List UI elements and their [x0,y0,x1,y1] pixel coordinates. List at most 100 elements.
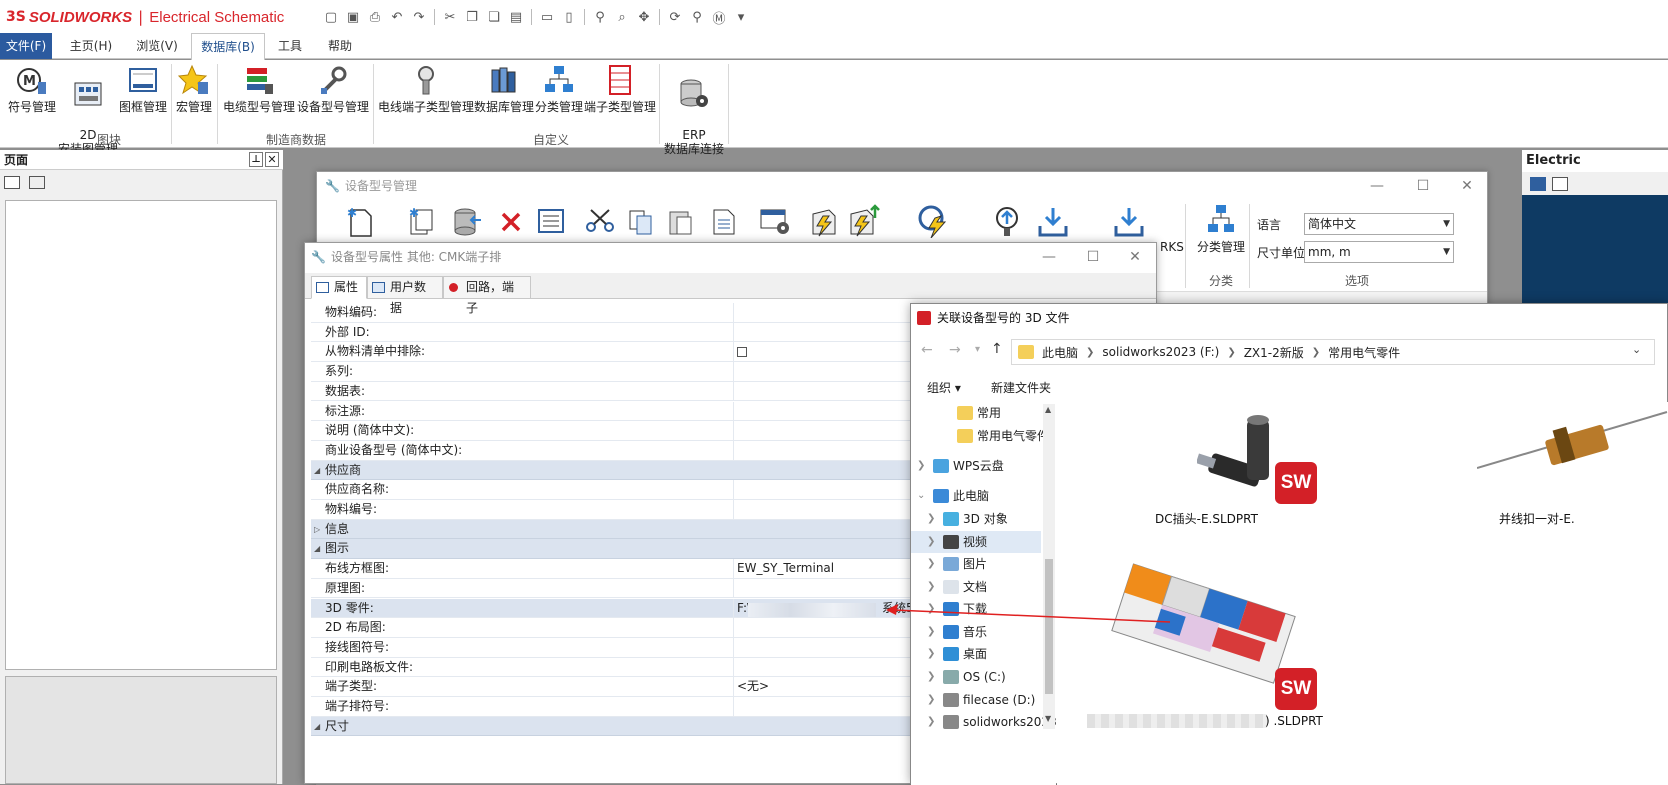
download-icon[interactable] [1037,206,1069,238]
exclude-bom-checkbox[interactable] [737,347,747,358]
file-name[interactable]: DC插头-E.SLDPRT [1155,510,1258,527]
settings-grid-icon[interactable] [759,206,791,236]
download-lightning-icon[interactable] [917,204,951,238]
pages-icon[interactable]: ▯ [560,8,578,26]
close-icon[interactable]: ✕ [265,152,279,167]
up-icon[interactable]: ↑ [991,341,1003,357]
import-lightning-icon[interactable] [847,204,881,238]
nav-documents[interactable]: ❯ 文档 [911,576,1041,598]
copy-icon[interactable] [627,208,655,236]
language-select[interactable]: 简体中文 ▼ [1304,213,1454,235]
scroll-up-icon[interactable]: ▲ [1045,405,1051,414]
nav-3d-objects[interactable]: ❯ 3D 对象 [911,508,1041,530]
zoom-window-icon[interactable]: ⌕ [613,8,631,26]
breadcrumb-this-pc[interactable]: 此电脑 [1042,344,1078,361]
chevron-right-icon[interactable]: ❯ [927,666,935,688]
expand-icon[interactable]: ◢ [314,539,320,558]
nav-wps-cloud[interactable]: ❯ WPS云盘 [911,455,1041,477]
nav-videos[interactable]: ❯ 视频 [911,531,1041,553]
unit-select[interactable]: mm, m ▼ [1304,241,1454,263]
scroll-down-icon[interactable]: ▼ [1045,714,1051,723]
minimize-icon[interactable]: — [1355,172,1399,200]
list-icon[interactable] [1552,177,1568,191]
macro-manager-button[interactable]: 宏管理 [174,64,214,114]
nav-desktop[interactable]: ❯ 桌面 [911,643,1041,665]
chevron-right-icon[interactable]: ❯ [927,576,935,598]
chevron-right-icon[interactable]: ❯ [927,508,935,530]
search-icon[interactable]: ⚲ [688,8,706,26]
expand-icon[interactable]: ◢ [314,461,320,480]
recent-chevron-icon[interactable]: ▾ [975,344,980,355]
new-folder-button[interactable]: 新建文件夹 [991,374,1051,402]
paste-icon[interactable] [667,208,695,236]
organize-button[interactable]: 组织 ▾ [927,374,961,402]
expand-icon[interactable]: ▷ [314,520,320,539]
nav-os-c[interactable]: ❯ OS (C:) [911,666,1041,688]
chevron-right-icon[interactable]: ❯ [927,643,935,665]
report-icon[interactable] [711,208,737,236]
macro-icon[interactable]: Ⓜ [710,8,728,27]
chevron-right-icon[interactable]: ❯ [927,553,935,575]
new-icon[interactable]: ✱ [345,206,375,238]
menu-database[interactable]: 数据库(B) [191,33,265,60]
zoom-icon[interactable]: ⚲ [591,8,609,26]
pan-icon[interactable]: ✥ [635,8,653,26]
database-manager-button[interactable]: 数据库管理 [474,64,534,114]
tab-circuits-terminals[interactable]: 回路，端子 [443,276,531,315]
pin-icon[interactable]: ⊥ [249,152,263,167]
maximize-icon[interactable]: ☐ [1401,172,1445,200]
menu-help[interactable]: 帮助 [320,33,360,59]
file-name[interactable]: ) .SLDPRT [1253,712,1323,729]
cut-icon[interactable] [585,208,615,234]
export-lightning-icon[interactable] [809,206,839,238]
download-solidworks-icon[interactable] [1113,206,1145,238]
class-manage-button[interactable]: 分类管理 [1193,204,1249,255]
symbol-manager-button[interactable]: M 符号管理 [6,64,58,114]
erp-database-connection-button[interactable]: ERP 数据库连接 [662,64,726,170]
properties-icon[interactable] [537,208,565,234]
close-icon[interactable]: ✕ [1113,243,1157,271]
undo-icon[interactable]: ↶ [388,8,406,26]
minimize-icon[interactable]: — [1027,243,1071,271]
redo-icon[interactable]: ↷ [410,8,428,26]
chevron-down-icon[interactable]: ▾ [732,8,750,26]
refresh-icon[interactable]: ⟳ [666,8,684,26]
breadcrumb-drive-f[interactable]: solidworks2023 (F:) [1102,345,1219,359]
menu-tools[interactable]: 工具 [270,33,310,59]
upload-content-icon[interactable] [993,206,1021,238]
chevron-down-icon[interactable]: ⌄ [1632,343,1641,356]
device-model-manager-button[interactable]: 设备型号管理 [296,64,370,114]
menu-home[interactable]: 主页(H) [62,33,120,59]
tab-user-data[interactable]: 用户数据 [367,276,443,315]
menu-browse[interactable]: 浏览(V) [128,33,186,59]
page-icon[interactable]: ▭ [538,8,556,26]
save-icon[interactable]: ▣ [344,8,362,26]
nav-pictures[interactable]: ❯ 图片 [911,553,1041,575]
nav-common-parts[interactable]: 常用电气零件 [911,425,1049,447]
file-thumbnail-splice[interactable] [1477,402,1668,502]
tab-properties[interactable]: 属性 [311,276,367,299]
maximize-icon[interactable]: ☐ [1071,243,1115,271]
nav-this-pc[interactable]: ⌄ 此电脑 [911,485,1041,507]
delete-icon[interactable] [499,210,523,234]
cable-model-manager-button[interactable]: 电缆型号管理 [222,64,296,114]
back-icon[interactable]: ← [921,342,933,358]
forward-icon[interactable]: → [949,342,961,358]
copy-icon[interactable]: ❐ [463,8,481,26]
chevron-right-icon[interactable]: ❯ [927,689,935,711]
cut-icon[interactable]: ✂ [441,8,459,26]
expand-icon[interactable]: ◢ [314,717,320,736]
database-import-icon[interactable] [451,206,483,238]
new-document-icon[interactable]: ▢ [322,8,340,26]
nav-solidworks2023[interactable]: ❯ solidworks2023 [911,711,1057,733]
chevron-right-icon[interactable]: ❯ [917,455,925,477]
add-multiple-icon[interactable]: ✱ [406,206,436,238]
home-icon[interactable] [1530,177,1546,191]
breadcrumb-folder[interactable]: ZX1-2新版 [1244,344,1304,361]
classification-manager-button[interactable]: 分类管理 [534,64,584,114]
chevron-right-icon[interactable]: ❯ [927,531,935,553]
menu-file[interactable]: 文件(F) [0,33,52,59]
paste-icon[interactable]: ▤ [507,8,525,26]
close-icon[interactable]: ✕ [1445,172,1489,200]
title-block-manager-button[interactable]: 图框管理 [118,64,168,114]
